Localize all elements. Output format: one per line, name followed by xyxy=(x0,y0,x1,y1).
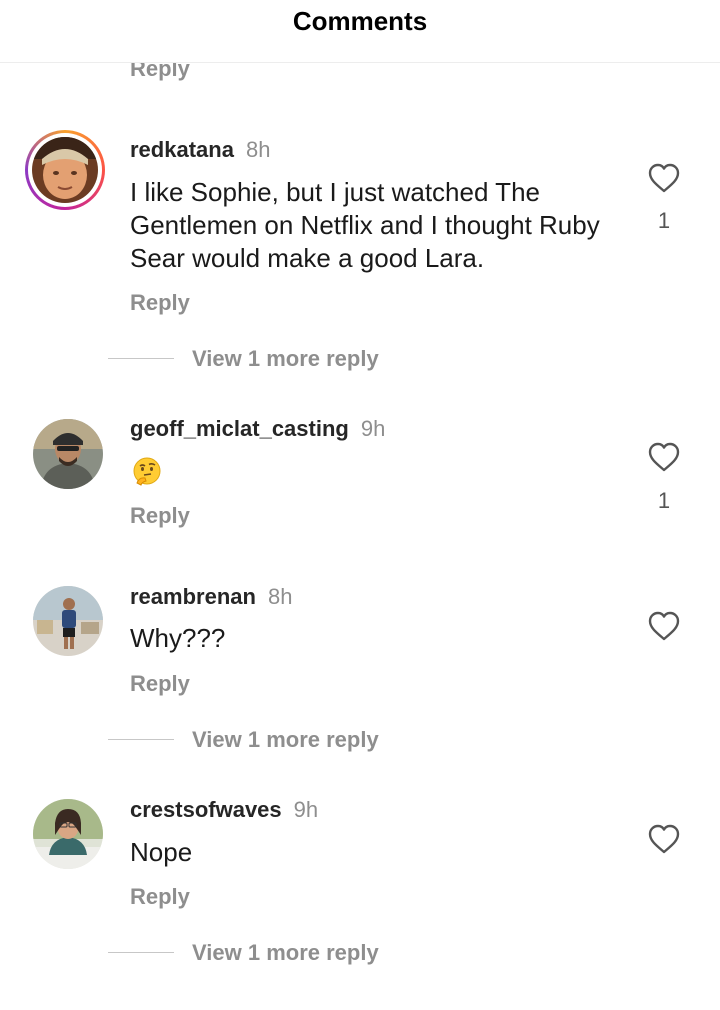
avatar[interactable] xyxy=(33,799,103,869)
comment-text: I like Sophie, but I just watched The Ge… xyxy=(130,177,600,273)
comment-time: 8h xyxy=(267,584,293,609)
page-title: Comments xyxy=(292,6,428,36)
thinking-face-icon xyxy=(133,457,161,486)
comment-text: Why??? xyxy=(130,623,226,653)
avatar[interactable] xyxy=(33,419,103,489)
avatar-story-ring[interactable] xyxy=(25,130,105,210)
view-more-replies[interactable]: View 1 more reply xyxy=(192,727,379,753)
comment-username[interactable]: redkatana 8h xyxy=(130,137,270,163)
like-heart-icon[interactable] xyxy=(647,610,681,642)
like-heart-icon[interactable] xyxy=(647,823,681,855)
username-text[interactable]: redkatana xyxy=(130,137,234,162)
view-more-replies[interactable]: View 1 more reply xyxy=(192,346,379,372)
like-count: 1 xyxy=(657,208,671,233)
divider-line xyxy=(108,739,174,740)
reply-button[interactable]: Reply xyxy=(130,290,190,316)
comment-time: 9h xyxy=(360,416,386,441)
comment-time: 8h xyxy=(245,137,271,162)
avatar[interactable] xyxy=(33,586,103,656)
comment-text: Nope xyxy=(130,837,193,867)
comment-username[interactable]: crestsofwaves 9h xyxy=(130,797,318,823)
divider-line xyxy=(108,358,174,359)
like-heart-icon[interactable] xyxy=(647,162,681,194)
comment-username[interactable]: reambrenan 8h xyxy=(130,584,292,610)
comment-time: 9h xyxy=(293,797,319,822)
comment-username[interactable]: geoff_miclat_casting 9h xyxy=(130,416,385,442)
avatar xyxy=(32,137,98,203)
username-text[interactable]: reambrenan xyxy=(130,584,256,609)
comments-header: Comments xyxy=(0,0,720,63)
divider-line xyxy=(108,952,174,953)
like-heart-icon[interactable] xyxy=(647,441,681,473)
like-count: 1 xyxy=(657,488,671,513)
username-text[interactable]: crestsofwaves xyxy=(130,797,282,822)
username-text[interactable]: geoff_miclat_casting xyxy=(130,416,349,441)
reply-button[interactable]: Reply xyxy=(130,884,190,910)
view-more-replies[interactable]: View 1 more reply xyxy=(192,940,379,966)
reply-button[interactable]: Reply xyxy=(130,503,190,529)
reply-button[interactable]: Reply xyxy=(130,671,190,697)
